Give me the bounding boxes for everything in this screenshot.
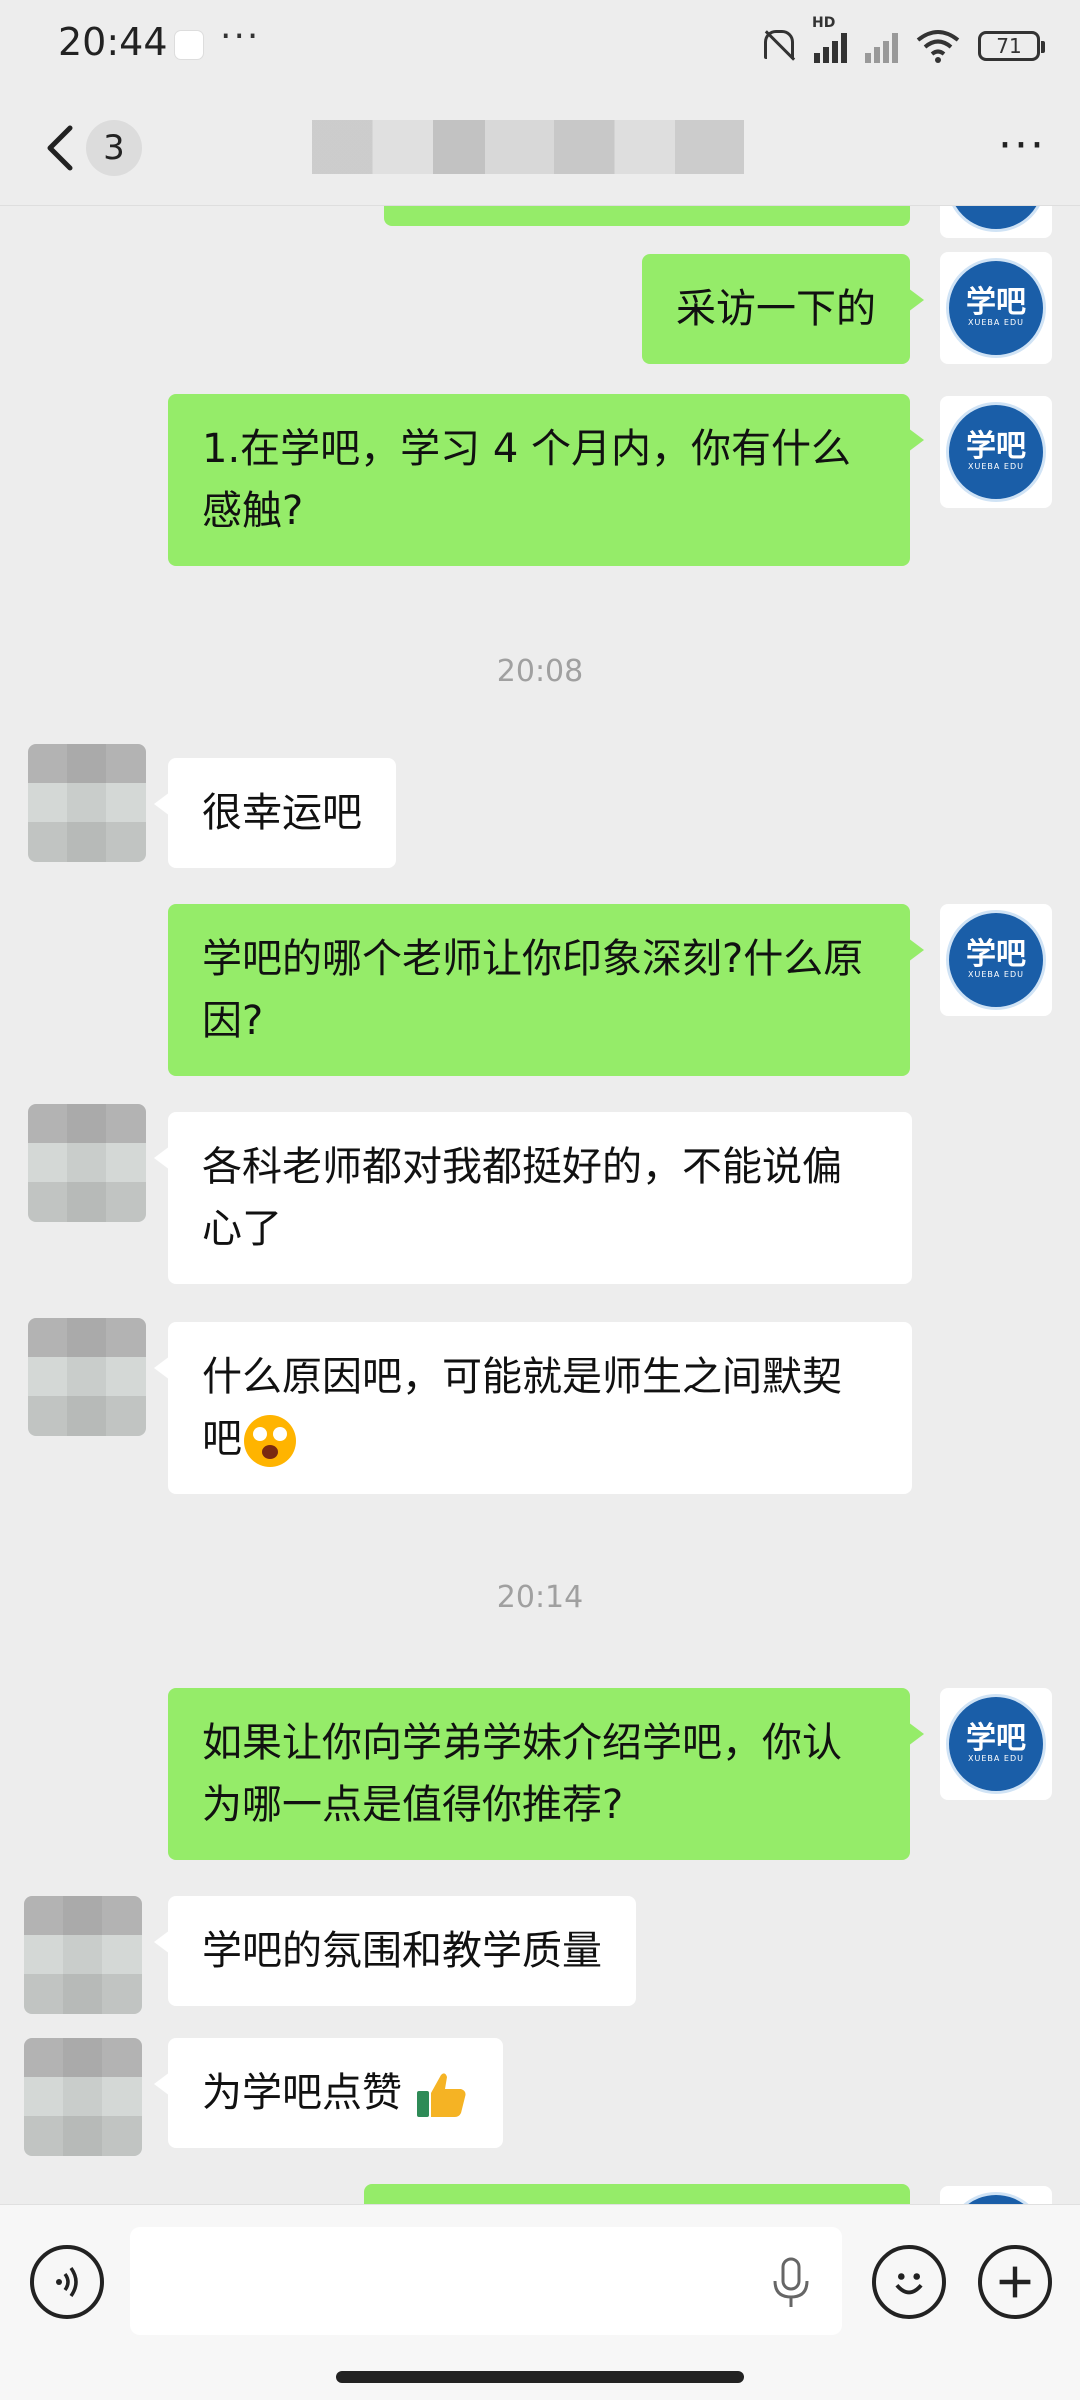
status-time: 20:44 [58, 20, 168, 64]
incoming-message[interactable]: 学吧的氛围和教学质量 [154, 1896, 636, 2006]
brand-avatar[interactable]: 学吧 XUEBA EDU [940, 252, 1052, 364]
signal-icon: HD [812, 15, 847, 63]
brand-avatar[interactable]: 学吧 [940, 206, 1052, 238]
outgoing-message[interactable]: 1.在学吧，学习 4 个月内，你有什么感触? [168, 394, 924, 566]
more-options-button[interactable]: ··· [998, 124, 1046, 168]
hd-label: HD [812, 15, 836, 31]
add-button[interactable] [978, 2245, 1052, 2319]
brand-avatar[interactable]: 学吧 XUEBA EDU [940, 1688, 1052, 1800]
brand-logo: 学吧 [946, 2192, 1046, 2204]
input-bar [0, 2204, 1080, 2400]
emoji-button[interactable] [872, 2245, 946, 2319]
chat-message-list[interactable]: 学吧 采访一下的 学吧XUEBA EDU 1.在学吧，学习 4 个月内，你有什么… [0, 206, 1080, 2204]
brand-avatar[interactable]: 学吧 [940, 2186, 1052, 2204]
emoji-icon [895, 2273, 923, 2295]
outgoing-message[interactable]: 学吧的哪个老师让你印象深刻?什么原因? [168, 904, 924, 1076]
brand-avatar[interactable]: 学吧 XUEBA EDU [940, 396, 1052, 508]
incoming-message[interactable]: 什么原因吧，可能就是师生之间默契吧 [154, 1322, 912, 1494]
contact-avatar[interactable] [28, 1104, 146, 1222]
wifi-icon [916, 28, 960, 64]
muted-bell-icon [758, 26, 796, 66]
battery-icon: 71 [978, 31, 1045, 61]
message-timestamp: 20:14 [496, 1580, 584, 1615]
brand-logo: 学吧 XUEBA EDU [946, 910, 1046, 1010]
contact-avatar[interactable] [24, 1896, 142, 2014]
contact-avatar[interactable] [24, 2038, 142, 2156]
outgoing-message[interactable]: 如果让你向学弟学妹介绍学吧，你认为哪一点是值得你推荐? [168, 1688, 924, 1860]
incoming-message[interactable]: 各科老师都对我都挺好的，不能说偏心了 [154, 1112, 912, 1284]
brand-logo: 学吧 XUEBA EDU [946, 1694, 1046, 1794]
brand-logo: 学吧 XUEBA EDU [946, 402, 1046, 502]
outgoing-message[interactable]: 采访一下的 [642, 254, 924, 364]
brand-logo: 学吧 [946, 206, 1046, 232]
signal-secondary-icon [865, 29, 898, 63]
surprised-face-emoji [244, 1415, 296, 1467]
thumbs-up-emoji [415, 2069, 469, 2121]
message-timestamp: 20:08 [496, 654, 584, 689]
voice-mode-icon [56, 2266, 78, 2298]
chat-header: 3 ··· [0, 96, 1080, 206]
partial-outgoing-bubble[interactable] [384, 206, 910, 226]
message-input[interactable] [130, 2227, 842, 2335]
contact-avatar[interactable] [28, 1318, 146, 1436]
contact-avatar[interactable] [28, 744, 146, 862]
brand-logo: 学吧 XUEBA EDU [946, 258, 1046, 358]
back-button[interactable] [38, 118, 82, 178]
home-indicator[interactable] [336, 2371, 744, 2383]
plus-icon [999, 2266, 1031, 2298]
status-more-icon: ··· [220, 16, 261, 57]
unread-count-badge[interactable]: 3 [86, 120, 142, 176]
incoming-message[interactable]: 为学吧点赞 [154, 2038, 503, 2148]
chat-title-redacted[interactable] [312, 120, 744, 174]
brand-avatar[interactable]: 学吧 XUEBA EDU [940, 904, 1052, 1016]
partial-outgoing-bubble[interactable] [364, 2184, 910, 2204]
incoming-message[interactable]: 很幸运吧 [154, 758, 396, 868]
microphone-icon[interactable] [768, 2255, 814, 2311]
chevron-left-icon [47, 125, 73, 171]
status-icons: HD 71 [758, 15, 1045, 68]
status-bar: 20:44 ··· HD 71 [0, 0, 1080, 96]
voice-mode-button[interactable] [30, 2245, 104, 2319]
notification-app-icon [174, 30, 204, 60]
